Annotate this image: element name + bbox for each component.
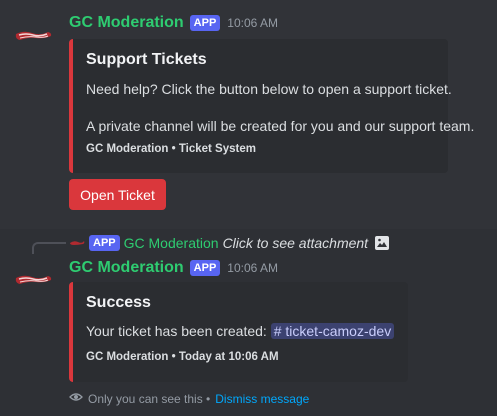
channel-mention[interactable]: # ticket-camoz-dev — [270, 323, 395, 339]
embed-success: Success Your ticket has been created: # … — [69, 282, 408, 382]
embed-description: Your ticket has been created: # ticket-c… — [86, 323, 395, 339]
grizzly-logo-icon — [15, 31, 52, 40]
image-icon — [374, 235, 392, 251]
message-header: GC Moderation APP 10:06 AM — [69, 259, 278, 277]
username[interactable]: GC Moderation — [69, 259, 184, 277]
reply-connector — [32, 242, 66, 254]
embed-title: Support Tickets — [86, 51, 207, 68]
timestamp[interactable]: 10:06 AM — [227, 261, 278, 275]
reply-avatar-icon — [69, 236, 85, 250]
eye-icon — [69, 390, 83, 407]
reply-username[interactable]: GC Moderation — [124, 235, 219, 251]
ephemeral-text: Only you can see this • — [88, 391, 211, 406]
grizzly-logo-icon — [15, 275, 52, 284]
app-badge: APP — [189, 15, 221, 31]
embed-footer: GC Moderation • Today at 10:06 AM — [86, 351, 279, 363]
reply-attachment-text[interactable]: Click to see attachment — [223, 235, 369, 251]
embed-description-line-2: A private channel will be created for yo… — [86, 118, 475, 134]
reply-app-badge: APP — [89, 235, 120, 251]
bot-avatar[interactable] — [14, 24, 54, 48]
embed-footer: GC Moderation • Ticket System — [86, 143, 256, 155]
embed-description-line-1: Need help? Click the button below to ope… — [86, 81, 452, 97]
username[interactable]: GC Moderation — [69, 14, 184, 32]
embed-title: Success — [86, 294, 151, 311]
reply-reference[interactable]: APP GC Moderation Click to see attachmen… — [69, 235, 392, 251]
dismiss-message-link[interactable]: Dismiss message — [215, 392, 309, 406]
ticket-created-text: Your ticket has been created: — [86, 323, 267, 339]
ephemeral-notice: Only you can see this • Dismiss message — [69, 390, 309, 407]
timestamp[interactable]: 10:06 AM — [227, 16, 278, 30]
bot-avatar[interactable] — [14, 268, 54, 292]
embed-support-tickets: Support Tickets Need help? Click the but… — [69, 39, 474, 173]
app-badge: APP — [189, 260, 221, 276]
open-ticket-button[interactable]: Open Ticket — [69, 179, 166, 210]
message-header: GC Moderation APP 10:06 AM — [69, 14, 278, 32]
